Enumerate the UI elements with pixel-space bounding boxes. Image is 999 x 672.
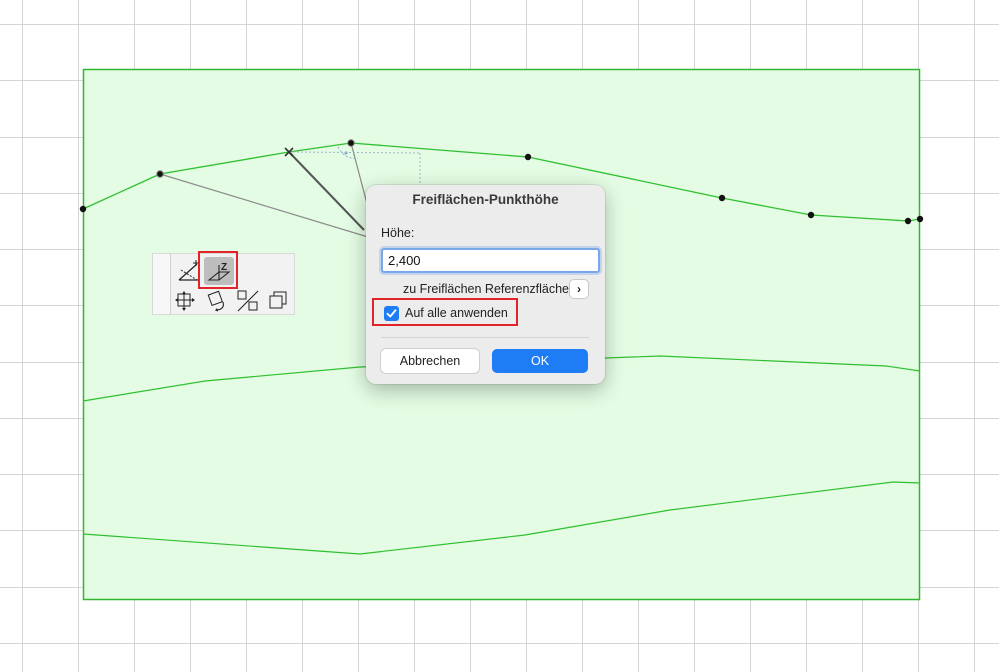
angle-marker <box>344 151 348 155</box>
checkmark-icon <box>386 309 397 318</box>
cancel-button[interactable]: Abbrechen <box>381 349 479 373</box>
mesh-point-selected <box>347 139 355 147</box>
move-icon[interactable] <box>172 287 202 315</box>
reference-chevron-button[interactable]: › <box>570 280 588 298</box>
point-height-dialog: Freiflächen-Punkthöhe Höhe: zu Freifläch… <box>366 185 605 384</box>
mesh-point <box>916 215 924 223</box>
mesh-point-selected <box>156 170 164 178</box>
dialog-title: Freiflächen-Punkthöhe <box>412 192 559 207</box>
apply-all-label[interactable]: Auf alle anwenden <box>405 306 508 320</box>
apply-all-checkbox[interactable] <box>384 306 399 321</box>
highlight-box <box>198 251 238 289</box>
mesh-point <box>524 153 532 161</box>
mesh-point <box>79 205 87 213</box>
apply-all-highlight: Auf alle anwenden <box>372 298 518 326</box>
mesh-point <box>904 217 912 225</box>
height-label: Höhe: <box>381 226 415 240</box>
mesh-point <box>718 194 726 202</box>
height-input[interactable] <box>381 248 600 273</box>
pet-palette: Z <box>152 251 295 315</box>
rotate-icon[interactable] <box>202 287 232 315</box>
palette-grip[interactable] <box>153 254 171 314</box>
split-icon[interactable] <box>233 287 263 315</box>
ok-button[interactable]: OK <box>492 349 588 373</box>
copy-icon[interactable] <box>263 287 293 315</box>
dialog-separator <box>381 337 589 338</box>
mesh-point <box>807 211 815 219</box>
reference-label: zu Freiflächen Referenzfläche <box>402 282 569 296</box>
